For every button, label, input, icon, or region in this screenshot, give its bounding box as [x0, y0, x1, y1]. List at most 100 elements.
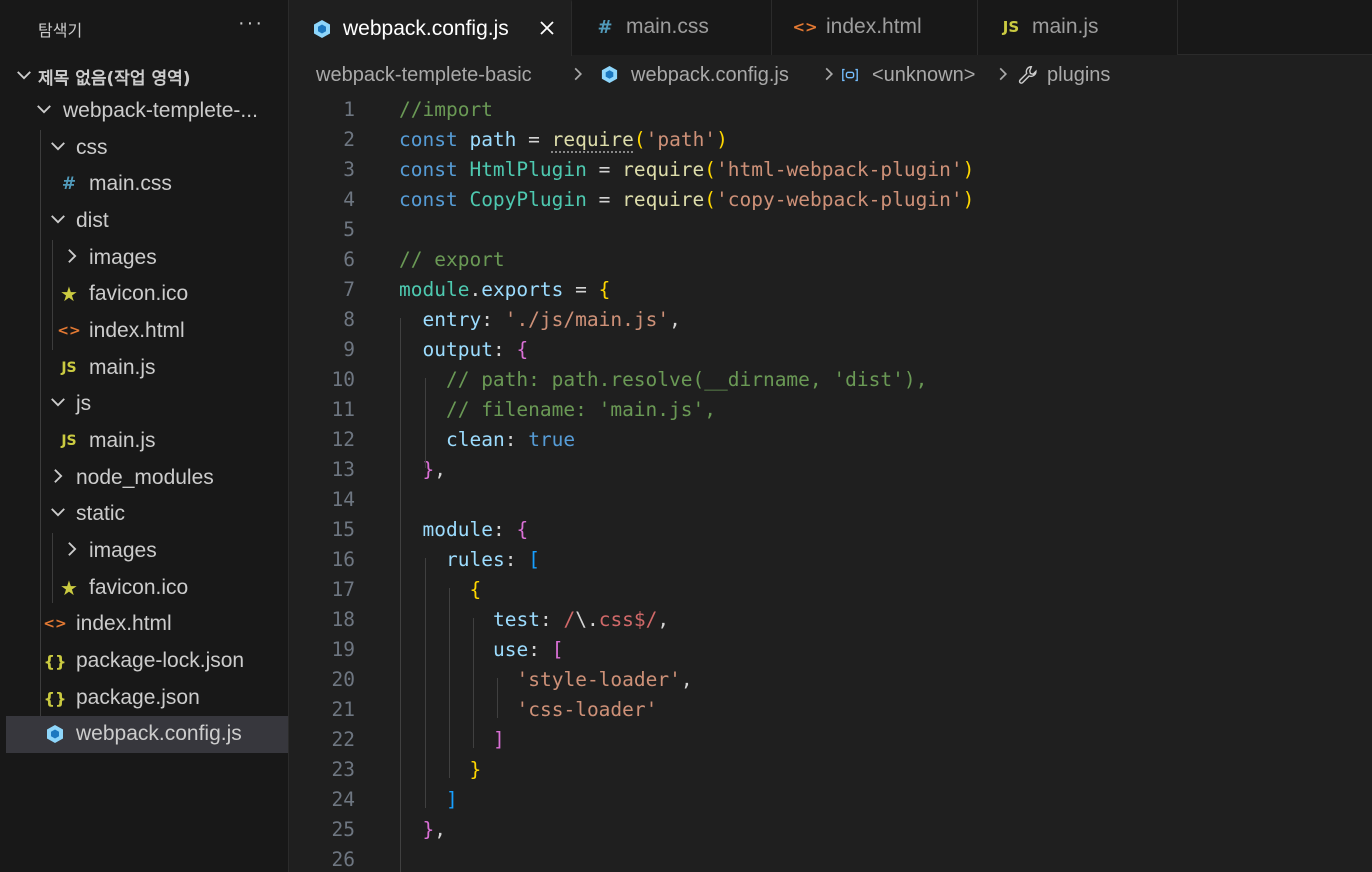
line-number: 25: [331, 818, 355, 841]
tab-index-html[interactable]: <> index.html: [772, 0, 978, 55]
tree-item-main-css[interactable]: # main.css: [6, 166, 288, 203]
tree-item-label: main.css: [89, 172, 172, 195]
html-file-icon: <>: [792, 18, 818, 36]
code-line[interactable]: 'style-loader',: [399, 668, 693, 691]
code-line[interactable]: output: {: [399, 338, 529, 361]
tree-item-webpack-config[interactable]: webpack.config.js: [6, 716, 288, 753]
tree-item-package-lock[interactable]: {} package-lock.json: [6, 643, 288, 680]
code-line[interactable]: //import: [399, 98, 493, 121]
webpack-icon: [311, 18, 333, 40]
line-number: 1: [343, 98, 355, 121]
tree-item-static-folder[interactable]: static: [6, 496, 288, 533]
code-line[interactable]: rules: [: [399, 548, 540, 571]
tree-item-dist-favicon[interactable]: ★ favicon.ico: [6, 276, 288, 313]
tree-item-css-folder[interactable]: css: [6, 130, 288, 167]
chevron-right-icon: [994, 65, 1012, 83]
code-line[interactable]: // export: [399, 248, 505, 271]
breadcrumb-symbol-unknown[interactable]: <unknown>: [872, 64, 975, 87]
more-actions-icon[interactable]: ···: [238, 12, 264, 35]
line-number: 15: [331, 518, 355, 541]
tree-item-dist-index-html[interactable]: <> index.html: [6, 313, 288, 350]
code-line[interactable]: }: [399, 758, 482, 781]
line-number: 24: [331, 788, 355, 811]
line-number: 12: [331, 428, 355, 451]
html-file-icon: <>: [43, 616, 67, 632]
js-file-icon: JS: [61, 433, 77, 449]
code-line[interactable]: entry: './js/main.js',: [399, 308, 681, 331]
tree-item-label: main.js: [89, 356, 156, 379]
line-number: 18: [331, 608, 355, 631]
chevron-right-icon: [48, 466, 68, 486]
code-line[interactable]: {: [399, 578, 482, 601]
code-line[interactable]: },: [399, 458, 447, 481]
code-line[interactable]: ]: [399, 788, 458, 811]
tree-item-dist-main-js[interactable]: JS main.js: [6, 350, 288, 387]
tab-label: webpack.config.js: [343, 17, 509, 40]
tree-item-label: package-lock.json: [76, 649, 245, 672]
js-file-icon: JS: [1002, 18, 1020, 36]
chevron-down-icon: [48, 392, 68, 412]
tree-item-dist-folder[interactable]: dist: [6, 203, 288, 240]
line-number: 3: [343, 158, 355, 181]
code-line[interactable]: module: {: [399, 518, 529, 541]
code-line[interactable]: // path: path.resolve(__dirname, 'dist')…: [399, 368, 927, 391]
tab-main-js[interactable]: JS main.js: [978, 0, 1178, 55]
code-line[interactable]: },: [399, 818, 447, 841]
breadcrumb-folder[interactable]: webpack-templete-basic: [316, 64, 532, 87]
line-number: 21: [331, 698, 355, 721]
line-number: 17: [331, 578, 355, 601]
tab-main-css[interactable]: # main.css: [572, 0, 772, 55]
editor-tab-bar: webpack.config.js # main.css <> index.ht…: [289, 0, 1372, 56]
line-number: 7: [343, 278, 355, 301]
tree-item-label: static: [76, 502, 126, 525]
code-line[interactable]: use: [: [399, 638, 563, 661]
code-editor[interactable]: 1 2 3 4 5 6 7 8 9 10 11 12 13 14 15 16 17 18 19 20 21 22 23 24 2…: [289, 94, 1372, 872]
tree-item-label: images: [89, 539, 157, 562]
line-number: 5: [343, 218, 355, 241]
tree-item-dist-images[interactable]: images: [6, 240, 288, 277]
breadcrumb-symbol-plugins[interactable]: plugins: [1047, 64, 1110, 87]
line-number: 11: [331, 398, 355, 421]
explorer-sidebar: 탐색기 ··· 제목 없음(작업 영역) webpack-templete-..…: [0, 0, 289, 872]
tree-item-index-html[interactable]: <> index.html: [6, 606, 288, 643]
tree-item-js-main-js[interactable]: JS main.js: [6, 423, 288, 460]
code-line[interactable]: const path = require('path'): [399, 128, 728, 151]
chevron-down-icon: [48, 502, 68, 522]
line-number: 4: [343, 188, 355, 211]
webpack-icon: [600, 65, 619, 90]
wrench-icon: [1017, 64, 1039, 92]
workspace-root-label: 제목 없음(작업 영역): [38, 69, 191, 89]
chevron-right-icon: [62, 246, 82, 266]
tree-item-static-favicon[interactable]: ★ favicon.ico: [6, 570, 288, 607]
js-file-icon: JS: [61, 360, 77, 376]
tree-item-project-folder[interactable]: webpack-templete-...: [6, 93, 288, 130]
code-line[interactable]: module.exports = {: [399, 278, 610, 301]
chevron-right-icon: [569, 65, 587, 83]
code-line[interactable]: // filename: 'main.js',: [399, 398, 716, 421]
tree-item-js-folder[interactable]: js: [6, 386, 288, 423]
code-line[interactable]: test: /\.css$/,: [399, 608, 669, 631]
chevron-down-icon: [48, 209, 68, 229]
tree-item-label: webpack.config.js: [76, 722, 242, 745]
explorer-title: 탐색기: [38, 21, 83, 40]
tree-item-label: js: [76, 392, 92, 415]
tree-item-static-images[interactable]: images: [6, 533, 288, 570]
close-icon[interactable]: [535, 16, 559, 40]
tree-item-label: main.js: [89, 429, 156, 452]
html-file-icon: <>: [57, 323, 81, 339]
tree-item-package-json[interactable]: {} package.json: [6, 680, 288, 717]
code-line[interactable]: 'css-loader': [399, 698, 658, 721]
symbol-variable-icon: [840, 66, 860, 90]
tab-label: main.css: [626, 15, 709, 38]
code-line[interactable]: const CopyPlugin = require('copy-webpack…: [399, 188, 974, 211]
explorer-header: 탐색기 ···: [0, 0, 288, 55]
tree-item-node-modules[interactable]: node_modules: [6, 460, 288, 497]
css-file-icon: #: [61, 174, 77, 194]
chevron-down-icon: [34, 99, 54, 119]
tree-item-label: favicon.ico: [89, 282, 189, 305]
breadcrumb-file[interactable]: webpack.config.js: [631, 64, 789, 87]
code-line[interactable]: const HtmlPlugin = require('html-webpack…: [399, 158, 974, 181]
workspace-root[interactable]: 제목 없음(작업 영역): [6, 56, 288, 93]
code-line[interactable]: ]: [399, 728, 505, 751]
tab-webpack-config[interactable]: webpack.config.js: [289, 0, 572, 56]
